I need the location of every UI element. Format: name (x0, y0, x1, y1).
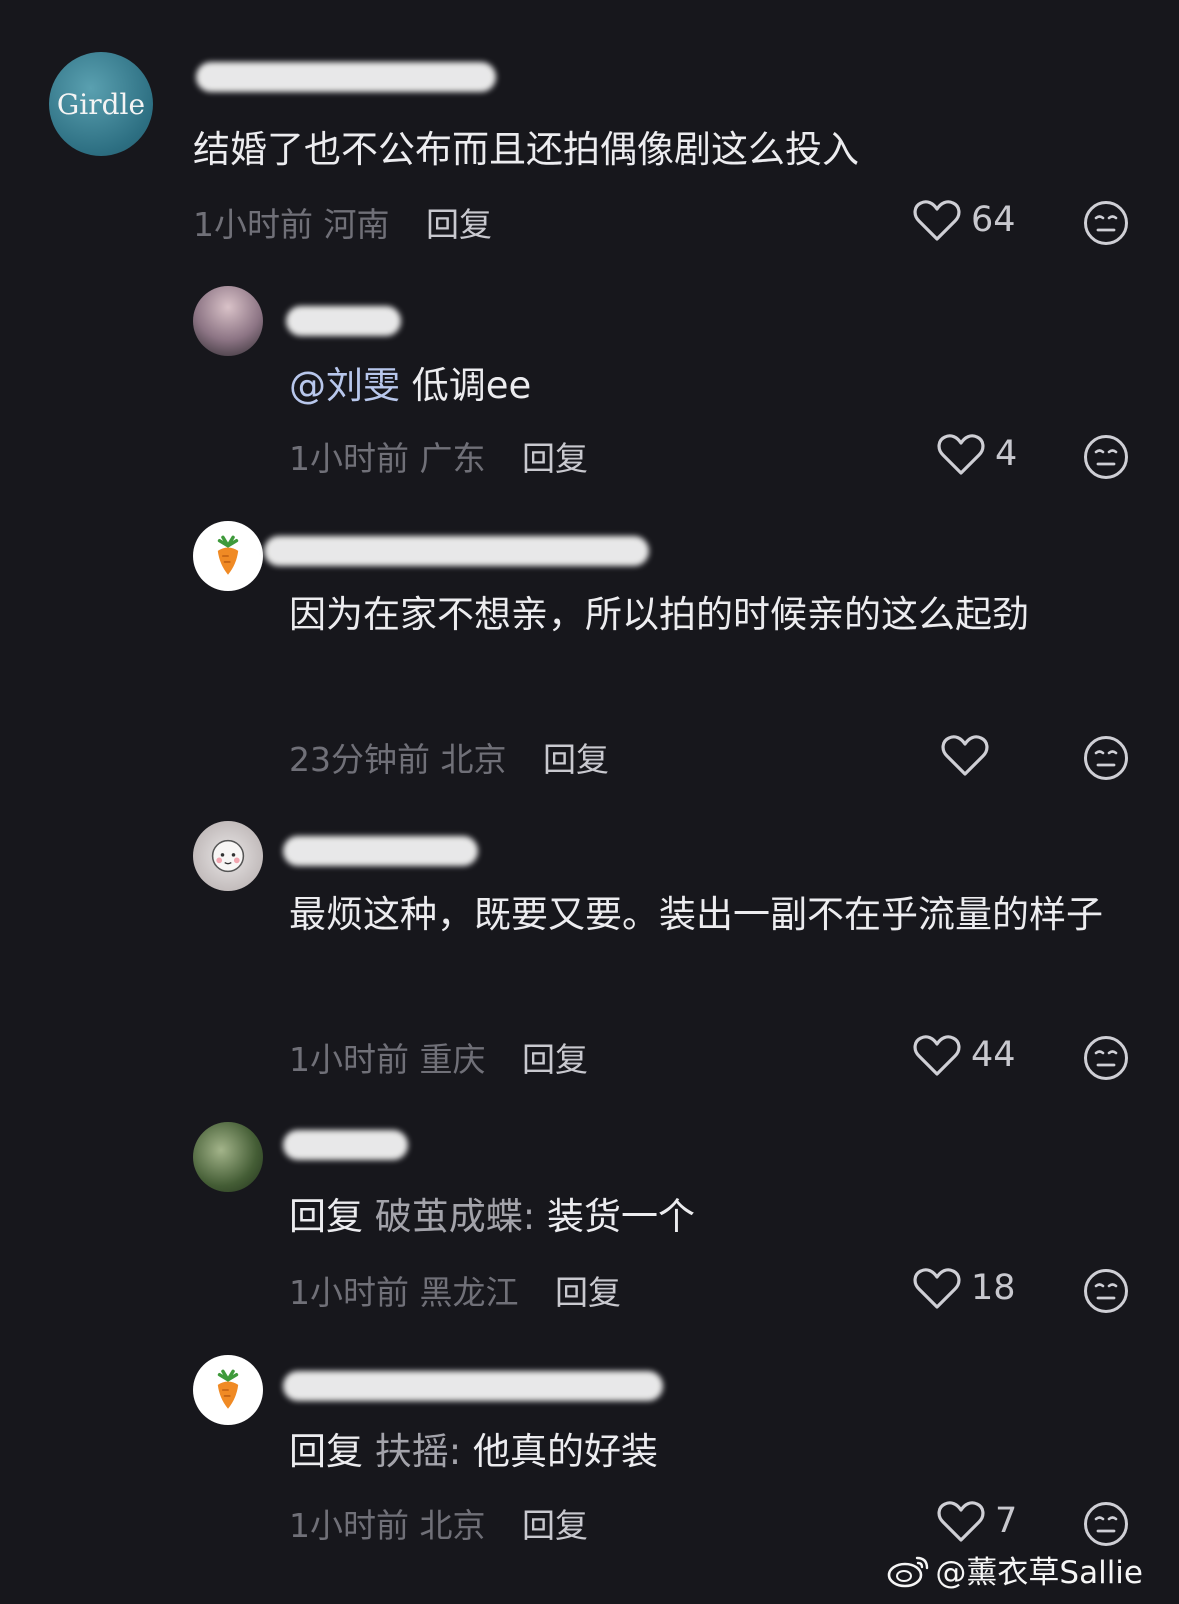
heart-outline-icon (937, 1501, 985, 1542)
reply-button[interactable]: 回复 (522, 1040, 588, 1079)
comment-text: 最烦这种，既要又要。装出一副不在乎流量的样子 (289, 893, 1103, 936)
like-count: 64 (971, 200, 1016, 240)
avatar[interactable] (193, 1122, 263, 1192)
neutral-face-icon[interactable] (1083, 1035, 1129, 1081)
neutral-face-icon[interactable] (1083, 434, 1129, 480)
location: 广东 (419, 439, 486, 478)
like-count: 4 (995, 434, 1018, 474)
username-redacted (264, 536, 649, 566)
like-count: 18 (971, 1268, 1016, 1308)
weibo-logo-icon (888, 1556, 929, 1587)
comment-text: 回复 破茧成蝶: 装货一个 (289, 1185, 1119, 1249)
heart-outline-icon (913, 1035, 961, 1076)
carrot-icon (217, 1369, 239, 1409)
location: 河南 (323, 205, 390, 244)
neutral-face-icon[interactable] (1083, 735, 1129, 781)
reply-button[interactable]: 回复 (522, 439, 588, 478)
reply-button[interactable]: 回复 (543, 740, 609, 779)
location: 重庆 (419, 1040, 486, 1079)
heart-outline-icon (913, 200, 961, 241)
timestamp: 1小时前 (289, 1273, 409, 1312)
reply-target-name[interactable]: 扶摇: (375, 1430, 461, 1473)
avatar-label: Girdle (56, 87, 146, 121)
reply-button[interactable]: 回复 (555, 1273, 621, 1312)
location: 北京 (419, 1506, 486, 1545)
heart-outline-icon (941, 735, 989, 776)
like-button[interactable]: 64 (913, 198, 1016, 242)
watermark-text: @薰衣草Sallie (935, 1555, 1143, 1591)
reply-prefix: 回复 (289, 1430, 363, 1473)
like-button[interactable]: 7 (937, 1499, 1017, 1543)
username-redacted (283, 1130, 408, 1160)
comment-body: 装货一个 (535, 1195, 695, 1238)
comment-meta: 23分钟前 北京 回复 (289, 733, 609, 781)
comment-meta: 1小时前 河南 回复 (193, 198, 492, 246)
heart-outline-icon (913, 1268, 961, 1309)
like-button[interactable]: 18 (913, 1266, 1016, 1310)
location: 黑龙江 (419, 1273, 519, 1312)
reply-button[interactable]: 回复 (426, 205, 492, 244)
avatar[interactable] (193, 821, 263, 891)
reply-target-name[interactable]: 破茧成蝶: (375, 1195, 535, 1238)
comment-meta: 1小时前 黑龙江 回复 (289, 1266, 621, 1314)
avatar[interactable] (193, 286, 263, 356)
mention-link[interactable]: @刘雯 (289, 364, 400, 407)
username-redacted (283, 1371, 663, 1401)
comment-meta: 1小时前 广东 回复 (289, 432, 588, 480)
timestamp: 23分钟前 (289, 740, 430, 779)
comment-body: 低调ee (400, 364, 532, 407)
comment-text: @刘雯 低调ee (289, 354, 1129, 418)
timestamp: 1小时前 (193, 205, 313, 244)
username-redacted (196, 62, 496, 92)
location: 北京 (440, 740, 507, 779)
comment-meta: 1小时前 北京 回复 (289, 1499, 588, 1547)
like-count: 44 (971, 1035, 1016, 1075)
carrot-icon (217, 535, 239, 575)
cartoon-face-icon (211, 839, 245, 873)
username-redacted (283, 836, 478, 866)
comment-body: 他真的好装 (461, 1430, 658, 1473)
timestamp: 1小时前 (289, 1040, 409, 1079)
comment-meta: 1小时前 重庆 回复 (289, 1033, 588, 1081)
comment-text: 结婚了也不公布而且还拍偶像剧这么投入 (193, 128, 859, 171)
neutral-face-icon[interactable] (1083, 1501, 1129, 1547)
timestamp: 1小时前 (289, 439, 409, 478)
neutral-face-icon[interactable] (1083, 200, 1129, 246)
neutral-face-icon[interactable] (1083, 1268, 1129, 1314)
comment-text: 回复 扶摇: 他真的好装 (289, 1420, 1119, 1484)
reply-button[interactable]: 回复 (522, 1506, 588, 1545)
username-redacted (286, 306, 401, 336)
reply-prefix: 回复 (289, 1195, 363, 1238)
like-button[interactable]: 44 (913, 1033, 1016, 1077)
like-count: 7 (995, 1501, 1018, 1541)
avatar[interactable] (193, 1355, 263, 1425)
like-button[interactable] (941, 733, 999, 777)
like-button[interactable]: 4 (937, 432, 1017, 476)
heart-outline-icon (937, 434, 985, 475)
watermark: @薰衣草Sallie (887, 1547, 1143, 1592)
timestamp: 1小时前 (289, 1506, 409, 1545)
comment-text: 因为在家不想亲，所以拍的时候亲的这么起劲 (289, 593, 1029, 636)
avatar[interactable]: Girdle (49, 52, 153, 156)
avatar[interactable] (193, 521, 263, 591)
